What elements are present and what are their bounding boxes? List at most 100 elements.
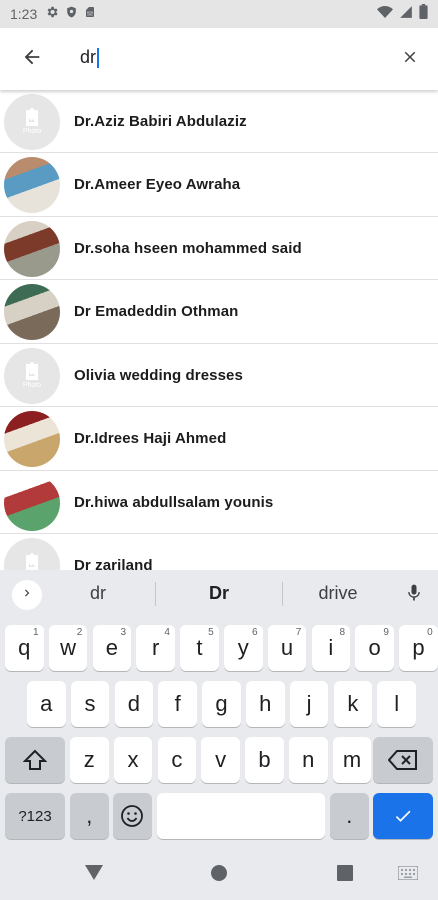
key-period[interactable]: .	[330, 793, 369, 839]
key-z[interactable]: z	[70, 737, 109, 783]
avatar-placeholder: Photo	[4, 538, 60, 570]
key-s-label: s	[84, 691, 96, 716]
battery-icon	[419, 4, 428, 24]
avatar-placeholder: Photo	[4, 93, 60, 150]
key-hint: 5	[208, 627, 214, 638]
key-a[interactable]: a	[27, 681, 66, 727]
arrow-back-icon	[21, 46, 43, 73]
signal-icon	[399, 5, 413, 24]
key-hint: 6	[251, 627, 258, 638]
key-i-label: i	[328, 635, 334, 660]
nav-recents-button[interactable]	[337, 865, 353, 886]
key-q-label: q	[18, 635, 31, 660]
key-f[interactable]: f	[158, 681, 197, 727]
key-w[interactable]: w2	[48, 625, 88, 671]
key-g-label: g	[215, 691, 228, 716]
key-b[interactable]: b	[245, 737, 284, 783]
status-bar: 1:23	[0, 0, 438, 28]
key-o[interactable]: o9	[355, 625, 394, 671]
contact-list-item[interactable]: Photo Dr.Aziz Babiri Abdulaziz	[0, 90, 438, 153]
key-hint: 1	[32, 627, 39, 638]
key-g[interactable]: g	[202, 681, 241, 727]
key-c[interactable]: c	[157, 737, 197, 783]
text-cursor	[97, 48, 99, 69]
key-x[interactable]: x	[113, 737, 153, 783]
avatar	[4, 411, 60, 467]
close-icon	[401, 48, 419, 71]
key-s[interactable]: s	[70, 681, 110, 727]
key-v-label: v	[215, 747, 227, 772]
symbols-key-label: ?123	[18, 807, 52, 825]
key-p-label: p	[412, 635, 425, 660]
backspace-icon	[388, 750, 417, 770]
contact-name: Dr.Ameer Eyeo Awraha	[74, 176, 241, 193]
wifi-icon	[377, 5, 393, 24]
nav-home-button[interactable]	[210, 864, 228, 887]
contact-name: Dr.hiwa abdullsalam younis	[74, 493, 274, 511]
avatar	[4, 157, 60, 213]
key-r[interactable]: r4	[136, 625, 175, 671]
enter-key[interactable]	[373, 793, 433, 839]
contact-list-item[interactable]: Dr.Idrees Haji Ahmed	[0, 408, 438, 471]
shield-icon	[65, 5, 78, 24]
key-t-label: t	[196, 635, 203, 660]
key-m-label: m	[342, 747, 362, 772]
key-hint: 3	[120, 627, 127, 638]
contact-list-item[interactable]: Photo Olivia wedding dresses	[0, 344, 438, 407]
key-w-label: w	[60, 635, 76, 660]
search-input[interactable]: dr	[64, 28, 382, 90]
key-h[interactable]: h	[246, 681, 285, 727]
photo-placeholder-icon	[26, 362, 38, 380]
key-comma[interactable]: ,	[70, 793, 109, 839]
contact-list-item[interactable]: Photo Dr zariland	[0, 535, 438, 570]
key-u[interactable]: u7	[267, 625, 307, 671]
key-l[interactable]: l	[377, 681, 416, 727]
contact-name: Dr.Aziz Babiri Abdulaziz	[74, 112, 247, 130]
backspace-key[interactable]	[373, 737, 433, 783]
shift-icon	[23, 749, 47, 770]
key-c-label: c	[171, 747, 183, 772]
avatar	[4, 220, 60, 277]
avatar-placeholder-label: Photo	[22, 128, 42, 135]
avatar-placeholder: Photo	[4, 347, 60, 404]
key-k[interactable]: k	[333, 681, 373, 727]
contact-name: Dr zariland	[74, 557, 153, 570]
key-i[interactable]: i8	[311, 625, 351, 671]
key-m[interactable]: m	[332, 737, 372, 783]
system-navigation-bar	[0, 848, 438, 900]
key-z-label: z	[83, 747, 95, 772]
avatar-placeholder-label: Photo	[22, 382, 42, 389]
key-hint: 9	[383, 627, 389, 638]
sim-card-icon	[84, 5, 96, 24]
emoji-key[interactable]	[113, 793, 152, 839]
key-grid: q 1 w 2 e 3 r 4 t 5 y 6 u 7 i 8 o 9 p 0 a s d f g h j k l z x c v b n m ?123…	[0, 570, 438, 848]
key-t[interactable]: t5	[180, 625, 219, 671]
key-f-label: f	[174, 691, 181, 716]
soft-keyboard: dr Dr drive q1w2e3r4t5y6u7i8o9p0asdfghjk…	[0, 570, 438, 848]
key-d[interactable]: d	[114, 681, 154, 727]
key-n[interactable]: n	[289, 737, 328, 783]
key-x-label: x	[127, 747, 139, 772]
clear-search-button[interactable]	[382, 28, 438, 90]
key-hint: 2	[76, 627, 83, 638]
contact-list-item[interactable]: Dr.soha hseen mohammed said	[0, 217, 438, 280]
nav-back-button[interactable]	[84, 862, 104, 887]
key-v[interactable]: v	[201, 737, 240, 783]
key-u-label: u	[280, 635, 294, 660]
key-a-label: a	[40, 691, 53, 716]
contact-list-item[interactable]: Dr Emadeddin Othman	[0, 281, 438, 344]
shift-key[interactable]	[5, 737, 65, 783]
avatar	[4, 474, 60, 531]
key-j[interactable]: j	[289, 681, 329, 727]
spacebar-key[interactable]	[157, 793, 325, 839]
key-e[interactable]: e3	[92, 625, 132, 671]
contact-list-item[interactable]: Dr.hiwa abdullsalam younis	[0, 471, 438, 534]
keyboard-switch-icon[interactable]	[397, 865, 419, 885]
symbols-key[interactable]: ?123	[5, 793, 65, 839]
contact-list-item[interactable]: Dr.Ameer Eyeo Awraha	[0, 154, 438, 217]
back-button[interactable]	[0, 28, 64, 90]
key-y[interactable]: y6	[224, 625, 263, 671]
key-q[interactable]: q1	[5, 625, 44, 671]
key-p[interactable]: p0	[399, 625, 438, 671]
key-n-label: n	[302, 747, 315, 772]
